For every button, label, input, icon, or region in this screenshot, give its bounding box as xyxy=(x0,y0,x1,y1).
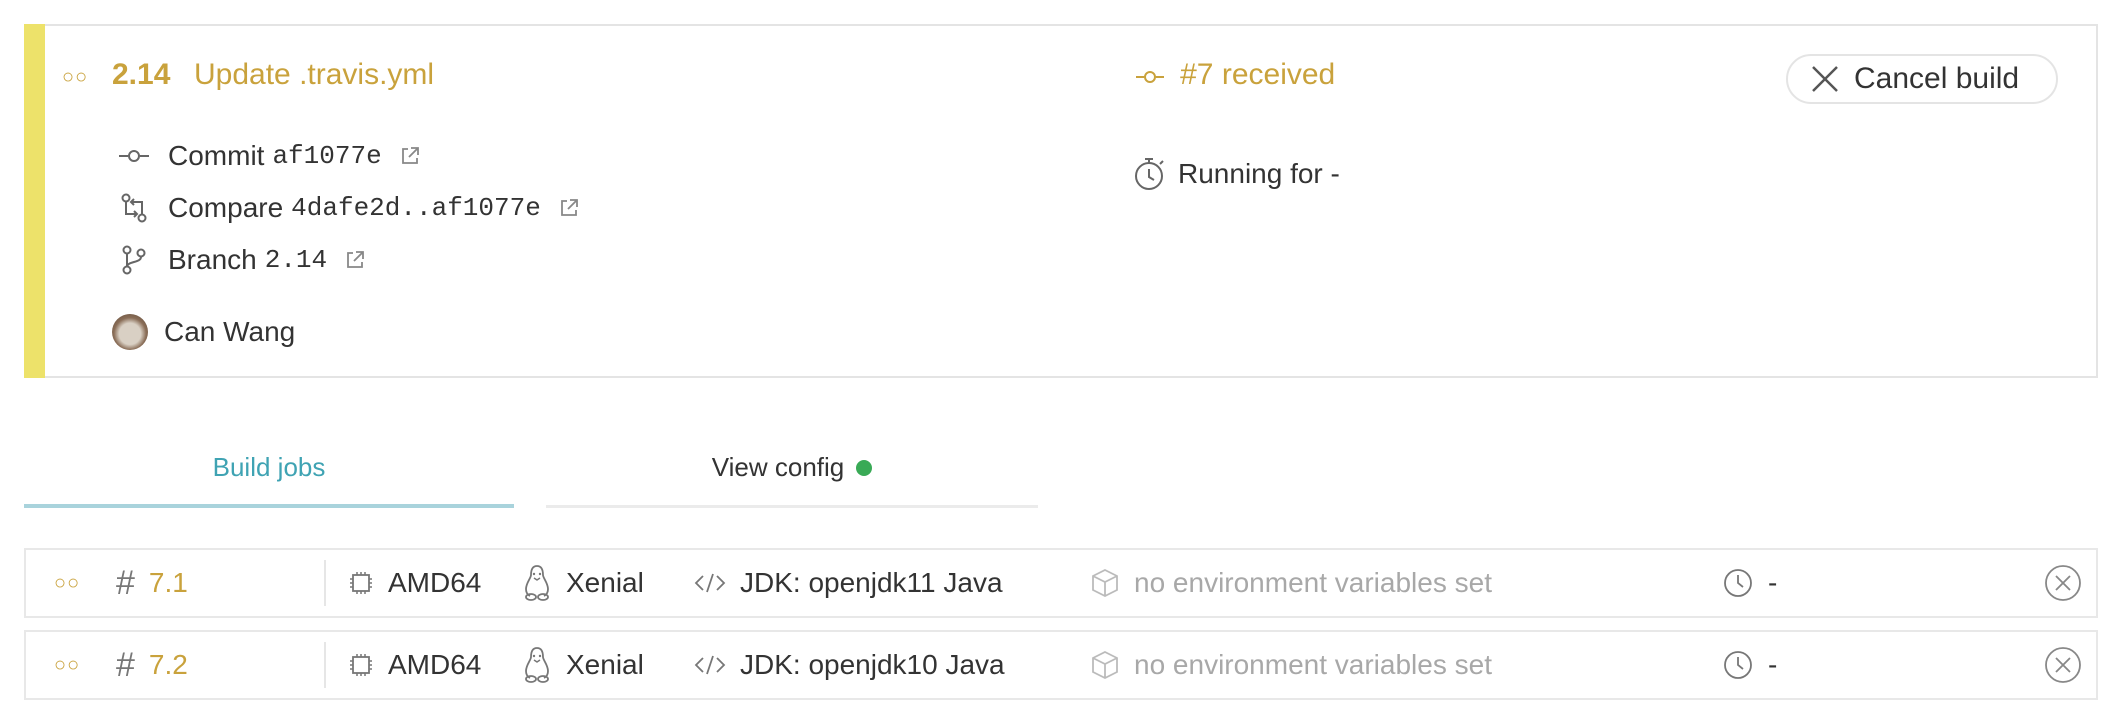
tab-view-config[interactable]: View config xyxy=(546,430,1038,508)
stopwatch-icon xyxy=(1132,156,1168,192)
hash-icon: # xyxy=(116,645,135,684)
job-arch-label: AMD64 xyxy=(388,567,482,598)
compare-range-link[interactable]: 4dafe2d..af1077e xyxy=(291,193,541,223)
commit-message[interactable]: Update .travis.yml xyxy=(194,58,434,92)
job-duration: - xyxy=(1722,550,1777,616)
clock-icon xyxy=(1722,649,1754,681)
job-language-label: JDK: openjdk11 Java xyxy=(740,567,1003,598)
compare-label: Compare xyxy=(168,192,284,223)
branch-row: Branch 2.14 xyxy=(114,244,365,276)
tab-view-config-label: View config xyxy=(711,452,845,482)
divider xyxy=(324,560,326,606)
close-icon xyxy=(1812,66,1838,92)
cpu-icon xyxy=(348,652,374,678)
commit-icon xyxy=(114,149,154,163)
received-label: #7 received xyxy=(1180,58,1336,91)
commit-sha-link[interactable]: af1077e xyxy=(272,141,381,171)
job-number-label: 7.1 xyxy=(148,567,188,598)
job-os-label: Xenial xyxy=(566,649,644,680)
job-language: JDK: openjdk10 Java xyxy=(694,632,1005,698)
config-status-dot xyxy=(856,459,873,476)
job-env-label: no environment variables set xyxy=(1134,649,1492,680)
commit-row: Commit af1077e xyxy=(114,140,420,172)
avatar xyxy=(112,314,148,350)
tab-build-jobs-label: Build jobs xyxy=(212,451,326,482)
branch-label: Branch xyxy=(168,244,257,275)
job-duration-label: - xyxy=(1768,649,1778,680)
job-arch: AMD64 xyxy=(348,632,481,698)
job-row[interactable]: ○○ # 7.2 AMD64 Xenial JDK: openjdk10 Jav… xyxy=(24,630,2098,700)
job-env: no environment variables set xyxy=(1090,550,1492,616)
hash-icon: # xyxy=(116,563,135,602)
divider xyxy=(324,642,326,688)
job-env: no environment variables set xyxy=(1090,632,1492,698)
job-arch-label: AMD64 xyxy=(388,649,482,680)
code-icon xyxy=(694,573,726,593)
cancel-job-button[interactable] xyxy=(2044,632,2082,698)
cpu-icon xyxy=(348,570,374,596)
job-os: Xenial xyxy=(522,632,644,698)
job-number-label: 7.2 xyxy=(148,649,188,680)
commit-label: Commit xyxy=(168,140,265,171)
branch-name-link[interactable]: 2.14 xyxy=(265,245,327,275)
running-duration: Running for - xyxy=(1132,156,1340,192)
build-number[interactable]: 2.14 xyxy=(112,58,170,92)
external-link-icon[interactable] xyxy=(345,250,365,270)
job-status-icon: ○○ xyxy=(54,571,81,594)
tab-build-jobs[interactable]: Build jobs xyxy=(24,430,514,508)
branch-icon xyxy=(114,245,154,275)
job-duration: - xyxy=(1722,632,1777,698)
external-link-icon[interactable] xyxy=(559,198,579,218)
package-icon xyxy=(1090,650,1120,680)
job-number[interactable]: # 7.2 xyxy=(116,632,188,698)
job-language-label: JDK: openjdk10 Java xyxy=(740,649,1005,680)
close-circle-icon xyxy=(2045,647,2081,683)
cancel-build-button[interactable]: Cancel build xyxy=(1786,54,2058,104)
build-summary-card: ○○ 2.14 Update .travis.yml #7 received C… xyxy=(24,24,2098,378)
job-row[interactable]: ○○ # 7.1 AMD64 Xenial JDK: openjdk11 Jav… xyxy=(24,548,2098,618)
job-duration-label: - xyxy=(1768,567,1778,598)
cancel-job-button[interactable] xyxy=(2044,550,2082,616)
linux-icon xyxy=(522,564,552,602)
author: Can Wang xyxy=(112,314,295,350)
compare-icon xyxy=(114,193,154,223)
compare-row: Compare 4dafe2d..af1077e xyxy=(114,192,579,224)
code-icon xyxy=(694,655,726,675)
cancel-build-label: Cancel build xyxy=(1854,62,2020,95)
job-language: JDK: openjdk11 Java xyxy=(694,550,1003,616)
close-circle-icon xyxy=(2045,565,2081,601)
job-os-label: Xenial xyxy=(566,567,644,598)
status-stripe xyxy=(24,24,45,378)
job-arch: AMD64 xyxy=(348,550,481,616)
job-os: Xenial xyxy=(522,550,644,616)
package-icon xyxy=(1090,568,1120,598)
job-number[interactable]: # 7.1 xyxy=(116,550,188,616)
linux-icon xyxy=(522,646,552,684)
commit-icon xyxy=(1136,64,1170,89)
job-status-icon: ○○ xyxy=(54,653,81,676)
build-status-icon: ○○ xyxy=(62,66,89,88)
author-name: Can Wang xyxy=(164,316,296,347)
external-link-icon[interactable] xyxy=(400,146,420,166)
job-env-label: no environment variables set xyxy=(1134,567,1492,598)
build-received-status: #7 received xyxy=(1136,58,1335,92)
running-label: Running for - xyxy=(1178,158,1340,189)
clock-icon xyxy=(1722,567,1754,599)
